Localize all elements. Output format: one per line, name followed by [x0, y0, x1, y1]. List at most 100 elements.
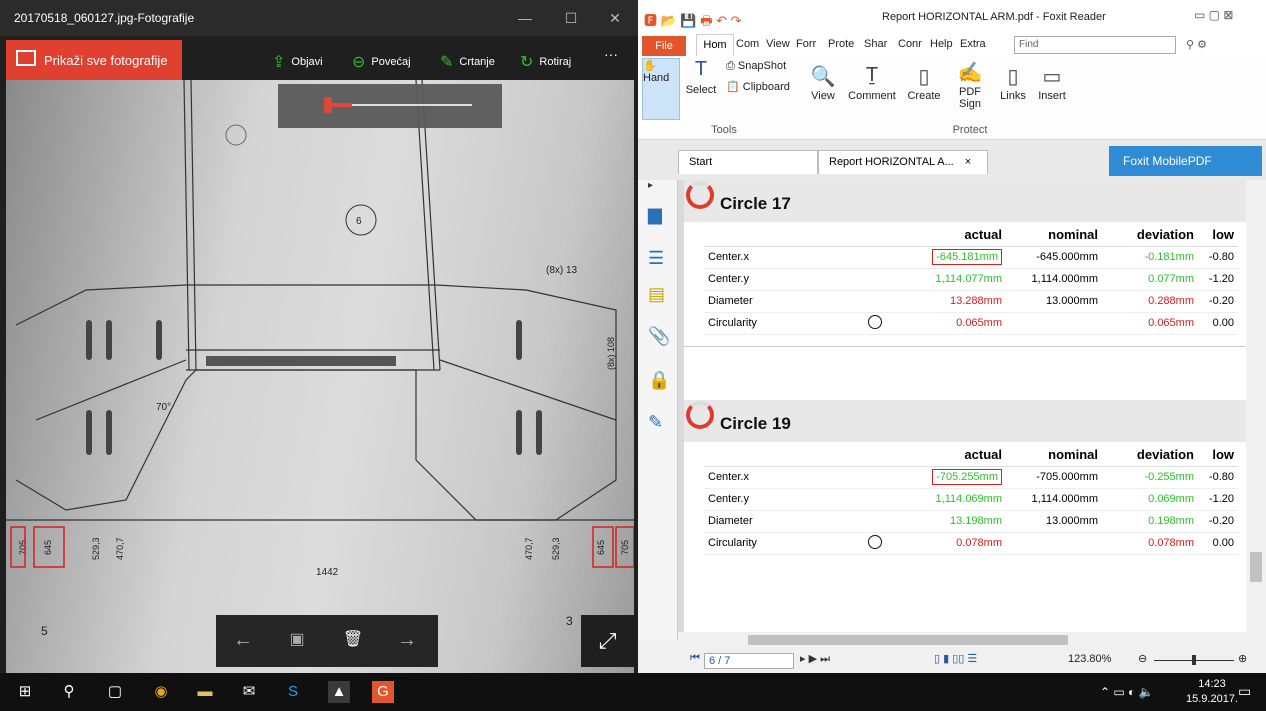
more-button[interactable]: ···: [604, 46, 618, 62]
snapshot-label: SnapShot: [737, 60, 787, 72]
clipboard-button[interactable]: 📋 Clipboard: [726, 80, 790, 93]
chrome-icon[interactable]: ◉: [150, 681, 172, 703]
table-row: Center.x -705.255mm -705.000mm -0.255mm …: [704, 466, 1238, 489]
comment-button[interactable]: Ṯ Comment: [846, 64, 898, 102]
foxit-mobilepdf-button[interactable]: Foxit MobilePDF: [1109, 146, 1262, 176]
hand-tool-button[interactable]: ✋Hand: [642, 58, 680, 120]
pages-icon[interactable]: ▆: [648, 204, 662, 225]
circle-17-header: Circle 17: [684, 180, 1246, 222]
previous-arrow-icon[interactable]: ←: [228, 629, 258, 652]
maximize-button[interactable]: ☐: [548, 0, 594, 36]
tab-view[interactable]: View: [766, 38, 790, 50]
search-icon[interactable]: ⚲: [58, 681, 80, 703]
exposure-slider[interactable]: [278, 84, 502, 128]
file-explorer-icon[interactable]: ▬: [194, 681, 216, 703]
create-pdf-icon: ▯: [918, 66, 930, 88]
nominal-value: 13.000mm: [1006, 510, 1102, 533]
zoom-level[interactable]: 123.80%: [1068, 653, 1111, 665]
expand-panel-icon[interactable]: ▸: [648, 180, 653, 191]
tab-connect[interactable]: Conr: [898, 38, 922, 50]
find-input[interactable]: Find: [1014, 36, 1176, 54]
quick-access-icons[interactable]: 🅵 📂 💾 🖶 ↶ ↷: [644, 10, 742, 34]
row-label: Center.y: [704, 268, 864, 291]
system-tray-icons[interactable]: ⌃ ▭ ◐ 🔈: [1100, 685, 1154, 699]
page-layout-icons[interactable]: ▯ ▮ ▯▯ ☰: [934, 652, 977, 665]
next-arrow-icon[interactable]: →: [392, 629, 422, 652]
pdf-sign-button[interactable]: ✍ PDF Sign: [950, 60, 990, 110]
tab-file[interactable]: File: [642, 36, 686, 56]
tab-report[interactable]: Report HORIZONTAL A... ×: [818, 150, 988, 174]
tab-help[interactable]: Help: [930, 38, 953, 50]
clock[interactable]: 14:23 15.9.2017.: [1186, 677, 1238, 707]
zoom-slider-thumb[interactable]: [1192, 655, 1196, 665]
technical-drawing: 6 (8x) 13 70° 1442 5 3 705 645 529,3 470…: [6, 80, 634, 638]
window-controls[interactable]: ▭ ▢ ⊠: [1194, 8, 1233, 22]
document-view[interactable]: Circle 17 actual nominal deviation low Cent…: [678, 180, 1246, 632]
slideshow-icon[interactable]: ▣: [282, 629, 312, 649]
skype-icon[interactable]: S: [282, 681, 304, 703]
rotate-button[interactable]: ↻ Rotiraj: [520, 50, 571, 71]
column-header: low: [1198, 444, 1238, 467]
tab-share[interactable]: Shar: [864, 38, 887, 50]
minimize-button[interactable]: —: [502, 0, 548, 36]
navigation-panel: ▸ ▆ ☰ ▤ 📎 🔒 ✎: [638, 180, 678, 640]
tab-form[interactable]: Forr: [796, 38, 816, 50]
show-all-photos-button[interactable]: Prikaži sve fotografije: [6, 40, 182, 80]
draw-button[interactable]: ✎ Crtanje: [440, 50, 495, 71]
tab-start[interactable]: Start: [678, 150, 818, 174]
zoom-in-icon[interactable]: ⊕: [1238, 652, 1247, 665]
low-value: 0.00: [1198, 312, 1238, 335]
attachment-icon[interactable]: 📎: [648, 326, 670, 347]
drawing-label-5293-right: 529,3: [551, 537, 561, 560]
pdf-sign-label: PDF Sign: [958, 86, 982, 110]
create-button[interactable]: ▯ Create: [904, 64, 944, 102]
windows-start-icon[interactable]: ⊞: [14, 681, 36, 703]
tab-comment[interactable]: Com: [736, 38, 759, 50]
share-label: Objavi: [291, 56, 323, 68]
tab-extra[interactable]: Extra: [960, 38, 986, 50]
delete-icon[interactable]: 🗑: [338, 629, 368, 649]
foxit-app-icon[interactable]: G: [372, 681, 394, 703]
signature-icon: ✍: [957, 62, 983, 84]
deviation-value: -0.181mm: [1102, 246, 1198, 269]
horizontal-scrollbar[interactable]: [678, 632, 1266, 648]
snapshot-button[interactable]: ⎙ SnapShot: [726, 60, 786, 73]
comments-icon[interactable]: ▤: [648, 284, 665, 305]
signature-panel-icon[interactable]: ✎: [648, 412, 663, 433]
links-button[interactable]: ▯ Links: [998, 64, 1028, 102]
tab-protect[interactable]: Prote: [828, 38, 854, 50]
view-button[interactable]: 🔍 View: [808, 64, 838, 102]
action-center-icon[interactable]: ▭: [1238, 683, 1251, 700]
actual-value: 0.078mm: [956, 537, 1002, 549]
fullscreen-icon[interactable]: ⤢: [581, 615, 634, 667]
zoom-out-icon[interactable]: ⊖: [1138, 652, 1147, 665]
vertical-scrollbar[interactable]: [1246, 180, 1266, 632]
insert-button[interactable]: ▭ Insert: [1034, 64, 1070, 102]
close-button[interactable]: ✕: [592, 0, 638, 36]
page-number-input[interactable]: 6 / 7: [704, 653, 794, 669]
next-page-icon[interactable]: ▸ ▶ ⏭: [800, 652, 830, 666]
search-icon[interactable]: ⚲ ⚙: [1186, 38, 1207, 51]
share-button[interactable]: ⇪ Objavi: [272, 50, 323, 71]
foxit-titlebar: 🅵 📂 💾 🖶 ↶ ↷ Report HORIZONTAL ARM.pdf - …: [638, 0, 1266, 34]
slider-thumb[interactable]: [324, 97, 332, 113]
actual-value: 0.065mm: [956, 317, 1002, 329]
photo-canvas[interactable]: 6 (8x) 13 70° 1442 5 3 705 645 529,3 470…: [6, 80, 634, 673]
table-row: Circularity 0.078mm 0.078mm 0.00: [704, 532, 1238, 555]
tab-home[interactable]: Hom: [696, 34, 734, 56]
layers-icon[interactable]: ☰: [648, 248, 664, 269]
table-header: actual nominal deviation low: [704, 444, 1238, 467]
photos-app-icon[interactable]: ▲: [328, 681, 350, 703]
table-row: Center.y 1,114.077mm 1,114.000mm 0.077mm…: [704, 268, 1238, 291]
lock-icon[interactable]: 🔒: [648, 370, 670, 391]
select-tool-button[interactable]: T Select: [684, 58, 718, 96]
zoom-button[interactable]: ⊖ Povećaj: [352, 50, 411, 71]
column-header: nominal: [1006, 444, 1102, 467]
close-tab-icon[interactable]: ×: [965, 156, 971, 168]
row-label: Center.x: [704, 246, 864, 269]
magnifier-icon: 🔍: [810, 66, 836, 88]
row-label: Center.y: [704, 488, 864, 511]
mail-icon[interactable]: ✉: [238, 681, 260, 703]
task-view-icon[interactable]: ▢: [104, 681, 126, 703]
foxit-window: 🅵 📂 💾 🖶 ↶ ↷ Report HORIZONTAL ARM.pdf - …: [638, 0, 1266, 673]
